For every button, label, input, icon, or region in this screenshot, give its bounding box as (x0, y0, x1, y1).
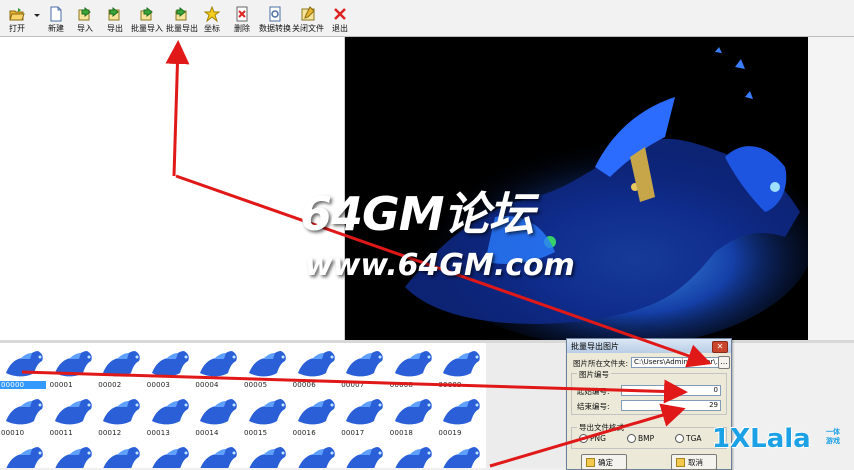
arrow-to-batch-export (165, 40, 190, 177)
brand-tagline-line-1: 一体 (826, 428, 840, 436)
arrow-to-start-number (21, 370, 688, 404)
arrow-to-end-number (489, 403, 686, 468)
brand-logo: 1XLala (712, 424, 811, 454)
watermark-title: 64GM论坛 (300, 187, 535, 241)
watermark-url: www.64GM.com (305, 248, 575, 283)
brand-tagline: 一体 游戏 (826, 428, 840, 446)
brand-tagline-line-2: 游戏 (826, 437, 840, 445)
